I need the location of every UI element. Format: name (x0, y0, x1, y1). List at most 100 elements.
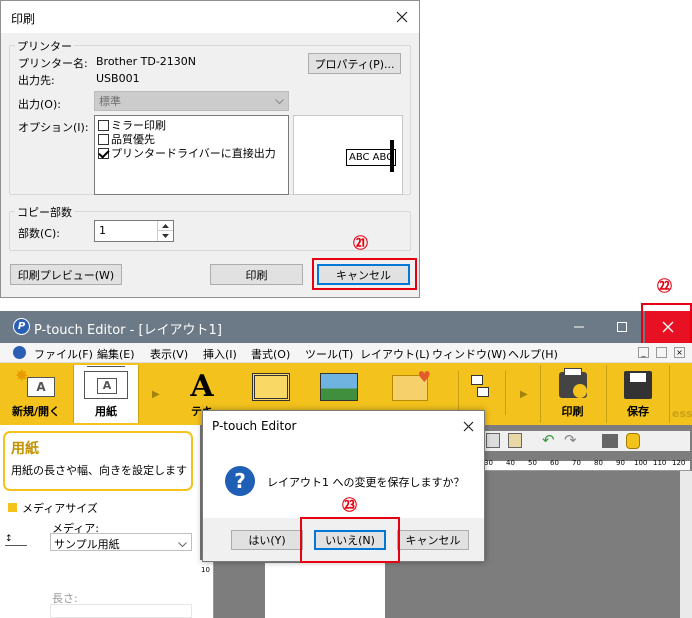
menu-window[interactable]: ウィンドウ(W) (432, 346, 506, 362)
printer-name-label: プリンター名: (18, 57, 88, 70)
tape-cutter-mark (390, 140, 394, 172)
menu-view[interactable]: 表示(V) (150, 346, 188, 362)
properties-panel: 用紙 用紙の長さや幅、向きを設定します メディアサイズ メディア: ↕ サンプル… (0, 425, 200, 618)
close-icon[interactable] (389, 5, 415, 29)
arrange-button[interactable] (458, 371, 506, 415)
print-preview-button[interactable]: 印刷プレビュー(W) (10, 264, 122, 285)
mdi-restore-icon[interactable] (656, 347, 667, 358)
ruler-label-50: 50 (528, 459, 537, 467)
ruler-label-60: 60 (550, 459, 559, 467)
vertical-scrollbar[interactable] (680, 471, 692, 618)
callout-22-highlight (641, 303, 692, 346)
mirror-checkbox[interactable] (98, 119, 109, 131)
ruler-label-120: 120 (672, 459, 686, 467)
callout-23: ㉓ (342, 496, 358, 514)
clipart-icon[interactable]: ♥ (392, 368, 431, 401)
ruler-label-100: 100 (634, 459, 648, 467)
spin-down-icon[interactable] (157, 231, 173, 241)
menu-format[interactable]: 書式(O) (251, 346, 290, 362)
vertical-ruler: 10 (200, 560, 214, 618)
print-dialog-titlebar: 印刷 (1, 1, 419, 33)
ptouch-logo-icon: P (13, 318, 30, 335)
direct-output-checkbox[interactable] (98, 147, 109, 159)
print-dialog-title: 印刷 (11, 12, 36, 26)
spin-up-icon[interactable] (157, 221, 173, 231)
save-ribbon-label: 保存 (627, 405, 649, 418)
media-width-icon: ↕ (5, 535, 27, 546)
printer-icon (558, 368, 587, 398)
menu-help[interactable]: ヘルプ(H) (508, 346, 558, 362)
undo-icon[interactable]: ↶ (542, 431, 555, 449)
yes-button[interactable]: はい(Y) (231, 530, 303, 550)
new-open-label: 新規/開く (11, 405, 61, 418)
menu-insert[interactable]: 挿入(I) (203, 346, 237, 362)
mdi-close-icon[interactable]: × (674, 347, 685, 358)
output-to-label: 出力先: (18, 74, 55, 87)
app-menu-icon[interactable] (13, 346, 26, 359)
copies-value[interactable]: 1 (99, 224, 106, 237)
copies-label: 部数(C): (18, 227, 60, 240)
media-select-value: サンプル用紙 (54, 538, 120, 551)
menu-edit[interactable]: 編集(E) (97, 346, 135, 362)
paper-panel-description: 用紙の長さや幅、向きを設定します (11, 464, 187, 477)
database-icon[interactable] (626, 433, 640, 449)
ribbon-arrow-icon: ▶ (152, 389, 160, 400)
image-icon[interactable] (320, 373, 358, 401)
paper-icon: A (84, 366, 128, 399)
quality-checkbox[interactable] (98, 133, 109, 145)
confirm-message: レイアウト1 への変更を保存しますか？ (267, 476, 465, 489)
text-icon: A (190, 369, 214, 404)
paper-button[interactable]: A 用紙 (73, 365, 139, 423)
length-select[interactable] (50, 604, 192, 618)
copies-spinner[interactable]: 1 (94, 220, 174, 242)
mdi-minimize-icon[interactable]: _ (638, 347, 649, 358)
cancel-button[interactable]: キャンセル (317, 264, 410, 285)
ruler-label-30: 30 (484, 459, 493, 467)
frame-icon[interactable] (252, 373, 290, 401)
print-dialog: 印刷 プリンター プリンター名: Brother TD-2130N 出力先: U… (0, 0, 420, 298)
editor-titlebar: P P-touch Editor - [レイアウト1] (0, 311, 692, 343)
printer-group-label: プリンター (15, 38, 74, 54)
print-ribbon-button[interactable]: 印刷 (540, 365, 604, 423)
paper-label: 用紙 (95, 405, 117, 418)
menu-layout[interactable]: レイアウト(L) (360, 346, 430, 362)
ribbon-arrow-icon-2: ▶ (520, 389, 528, 400)
label-paper[interactable] (265, 563, 385, 618)
paste-icon[interactable] (508, 433, 522, 448)
media-select[interactable]: サンプル用紙 (50, 533, 192, 551)
print-button[interactable]: 印刷 (210, 264, 303, 285)
minimize-icon[interactable] (564, 311, 594, 343)
ribbon-express-label: ess (672, 407, 692, 420)
media-size-heading: メディアサイズ (22, 502, 98, 515)
option-mirror[interactable]: ミラー印刷 (98, 118, 285, 132)
save-ribbon-button[interactable]: 保存 (606, 365, 670, 423)
paper-panel-title: 用紙 (11, 441, 39, 457)
label-preview-text: ABC ABC (349, 152, 394, 163)
new-open-button[interactable]: ✸ A 新規/開く (2, 365, 70, 423)
menu-file[interactable]: ファイル(F) (34, 346, 93, 362)
output-to-value: USB001 (96, 72, 140, 85)
output-select: 標準 (94, 91, 289, 111)
ruler-label-90: 90 (616, 459, 625, 467)
redo-icon[interactable]: ↷ (564, 431, 577, 449)
small-toolbar: ↶ ↷ (480, 431, 690, 451)
options-label: オプション(I): (18, 121, 89, 134)
save-icon (624, 371, 652, 399)
callout-23-highlight (300, 517, 400, 563)
callout-21: ㉑ (353, 234, 369, 252)
editor-title: P-touch Editor - [レイアウト1] (34, 323, 222, 338)
copy-icon[interactable] (486, 433, 500, 448)
align-icon[interactable] (602, 434, 618, 448)
cancel-button[interactable]: キャンセル (397, 530, 469, 550)
properties-button[interactable]: プロパティ(P)... (308, 53, 401, 74)
maximize-icon[interactable] (607, 311, 637, 343)
section-bullet-icon (8, 503, 17, 512)
menu-bar: ファイル(F) 編集(E) 表示(V) 挿入(I) 書式(O) ツール(T) レ… (0, 343, 692, 363)
options-list: ミラー印刷 品質優先 プリンタードライバーに直接出力 (94, 115, 289, 195)
option-quality[interactable]: 品質優先 (98, 132, 285, 146)
menu-tools[interactable]: ツール(T) (305, 346, 353, 362)
close-icon[interactable] (459, 417, 477, 435)
option-direct-label: プリンタードライバーに直接出力 (111, 147, 276, 160)
option-direct[interactable]: プリンタードライバーに直接出力 (98, 146, 285, 160)
printer-name-value: Brother TD-2130N (96, 55, 197, 68)
